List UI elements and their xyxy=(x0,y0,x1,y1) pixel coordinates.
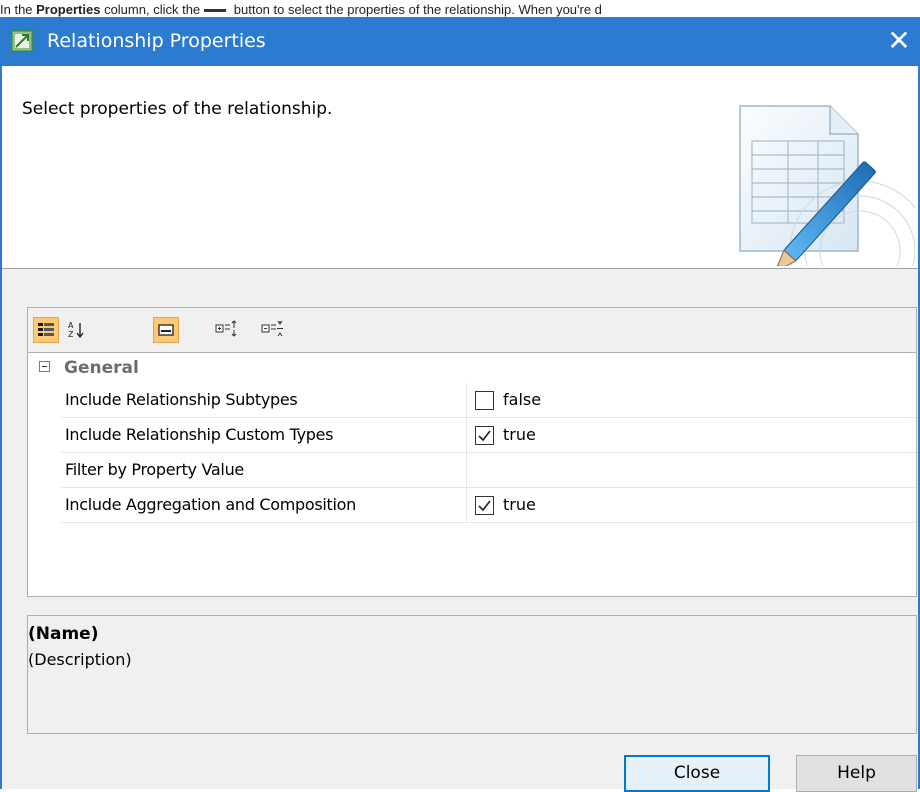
app-icon xyxy=(11,30,33,52)
property-name: Include Aggregation and Composition xyxy=(65,495,356,514)
document-pencil-icon xyxy=(739,105,915,266)
window-title: Relationship Properties xyxy=(47,30,266,52)
property-row[interactable]: Include Relationship Subtypes false xyxy=(28,383,916,418)
relationship-properties-dialog: Relationship Properties ✕ Select propert… xyxy=(0,17,920,792)
expand-all-button[interactable] xyxy=(213,317,239,343)
group-row-general[interactable]: General xyxy=(28,353,916,383)
header-instruction: Select properties of the relationship. xyxy=(22,99,333,119)
property-name-cell: Include Aggregation and Composition xyxy=(61,488,467,523)
description-text: (Description) xyxy=(28,650,132,669)
property-row[interactable]: Filter by Property Value xyxy=(28,453,916,488)
dialog-body: A Z General Include Relationship Subtype… xyxy=(2,269,918,792)
property-value-cell[interactable]: true xyxy=(467,418,916,453)
description-panel: (Name) (Description) xyxy=(27,615,917,734)
checkbox-unchecked[interactable] xyxy=(475,391,494,410)
property-name: Filter by Property Value xyxy=(65,460,244,479)
property-name-cell: Filter by Property Value xyxy=(61,453,467,488)
close-button[interactable]: Close xyxy=(624,755,770,792)
doc-text-middle: column, click the xyxy=(100,2,201,17)
ellipsis-button-icon xyxy=(204,9,227,13)
collapse-all-icon xyxy=(261,320,283,337)
property-grid: General Include Relationship Subtypes fa… xyxy=(28,353,916,523)
close-icon[interactable]: ✕ xyxy=(884,17,914,66)
property-name-cell: Include Relationship Subtypes xyxy=(61,383,467,418)
doc-text-bold: Properties xyxy=(36,2,101,17)
property-name-cell: Include Relationship Custom Types xyxy=(61,418,467,453)
show-description-button[interactable] xyxy=(153,317,179,343)
doc-text-prefix: In the xyxy=(0,2,37,17)
categorized-view-button[interactable] xyxy=(33,317,59,343)
property-name: Include Relationship Subtypes xyxy=(65,390,298,409)
property-row[interactable]: Include Aggregation and Composition true xyxy=(28,488,916,523)
dialog-header: Select properties of the relationship. xyxy=(2,66,918,269)
checkmark-icon xyxy=(478,430,491,442)
title-bar[interactable]: Relationship Properties ✕ xyxy=(2,17,918,66)
help-button[interactable]: Help xyxy=(796,755,917,792)
expand-all-icon xyxy=(215,320,237,337)
sort-alphabetically-button[interactable]: A Z xyxy=(63,317,89,343)
svg-text:A: A xyxy=(68,321,74,330)
collapse-toggle-icon[interactable] xyxy=(39,361,50,372)
properties-panel: A Z General Include Relationship Subtype… xyxy=(27,307,917,597)
categorized-view-icon xyxy=(38,323,54,336)
checkbox-checked[interactable] xyxy=(475,426,494,445)
checkbox-checked[interactable] xyxy=(475,496,494,515)
property-value: true xyxy=(503,425,536,444)
doc-text-suffix: button to select the properties of the r… xyxy=(230,2,602,17)
sort-alphabetically-icon: A Z xyxy=(68,321,84,339)
checkmark-icon xyxy=(478,500,491,512)
svg-text:Z: Z xyxy=(68,330,74,339)
property-value-cell[interactable] xyxy=(467,453,916,488)
description-name: (Name) xyxy=(28,624,99,644)
property-value: false xyxy=(503,390,542,409)
group-label: General xyxy=(64,358,139,378)
property-value: true xyxy=(503,495,536,514)
property-name: Include Relationship Custom Types xyxy=(65,425,334,444)
property-row[interactable]: Include Relationship Custom Types true xyxy=(28,418,916,453)
show-description-icon xyxy=(158,324,174,336)
collapse-all-button[interactable] xyxy=(259,317,285,343)
property-value-cell[interactable]: false xyxy=(467,383,916,418)
properties-toolbar: A Z xyxy=(28,308,916,353)
property-value-cell[interactable]: true xyxy=(467,488,916,523)
